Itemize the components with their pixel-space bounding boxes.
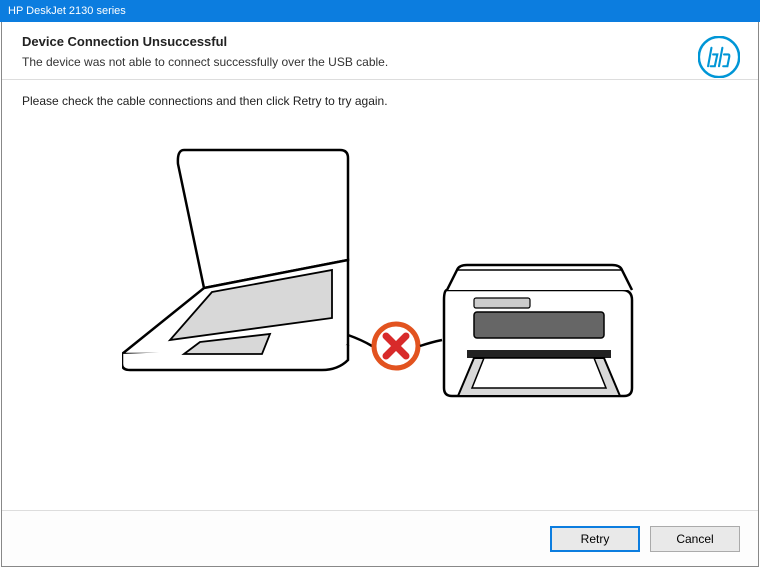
dialog-header: Device Connection Unsuccessful The devic… — [2, 22, 758, 80]
dialog-footer: Retry Cancel — [2, 510, 758, 566]
instruction-text: Please check the cable connections and t… — [22, 94, 738, 108]
cancel-button[interactable]: Cancel — [650, 526, 740, 552]
window-titlebar: HP DeskJet 2130 series — [0, 0, 760, 22]
laptop-icon — [122, 150, 372, 370]
dialog-container: Device Connection Unsuccessful The devic… — [1, 22, 759, 567]
header-subtitle: The device was not able to connect succe… — [22, 55, 738, 69]
error-x-icon — [374, 324, 418, 368]
header-title: Device Connection Unsuccessful — [22, 34, 738, 49]
printer-icon — [444, 265, 632, 396]
hp-logo-icon — [698, 36, 740, 78]
dialog-content: Please check the cable connections and t… — [2, 80, 758, 510]
retry-button[interactable]: Retry — [550, 526, 640, 552]
connection-illustration — [122, 140, 642, 400]
window-title: HP DeskJet 2130 series — [8, 5, 126, 17]
